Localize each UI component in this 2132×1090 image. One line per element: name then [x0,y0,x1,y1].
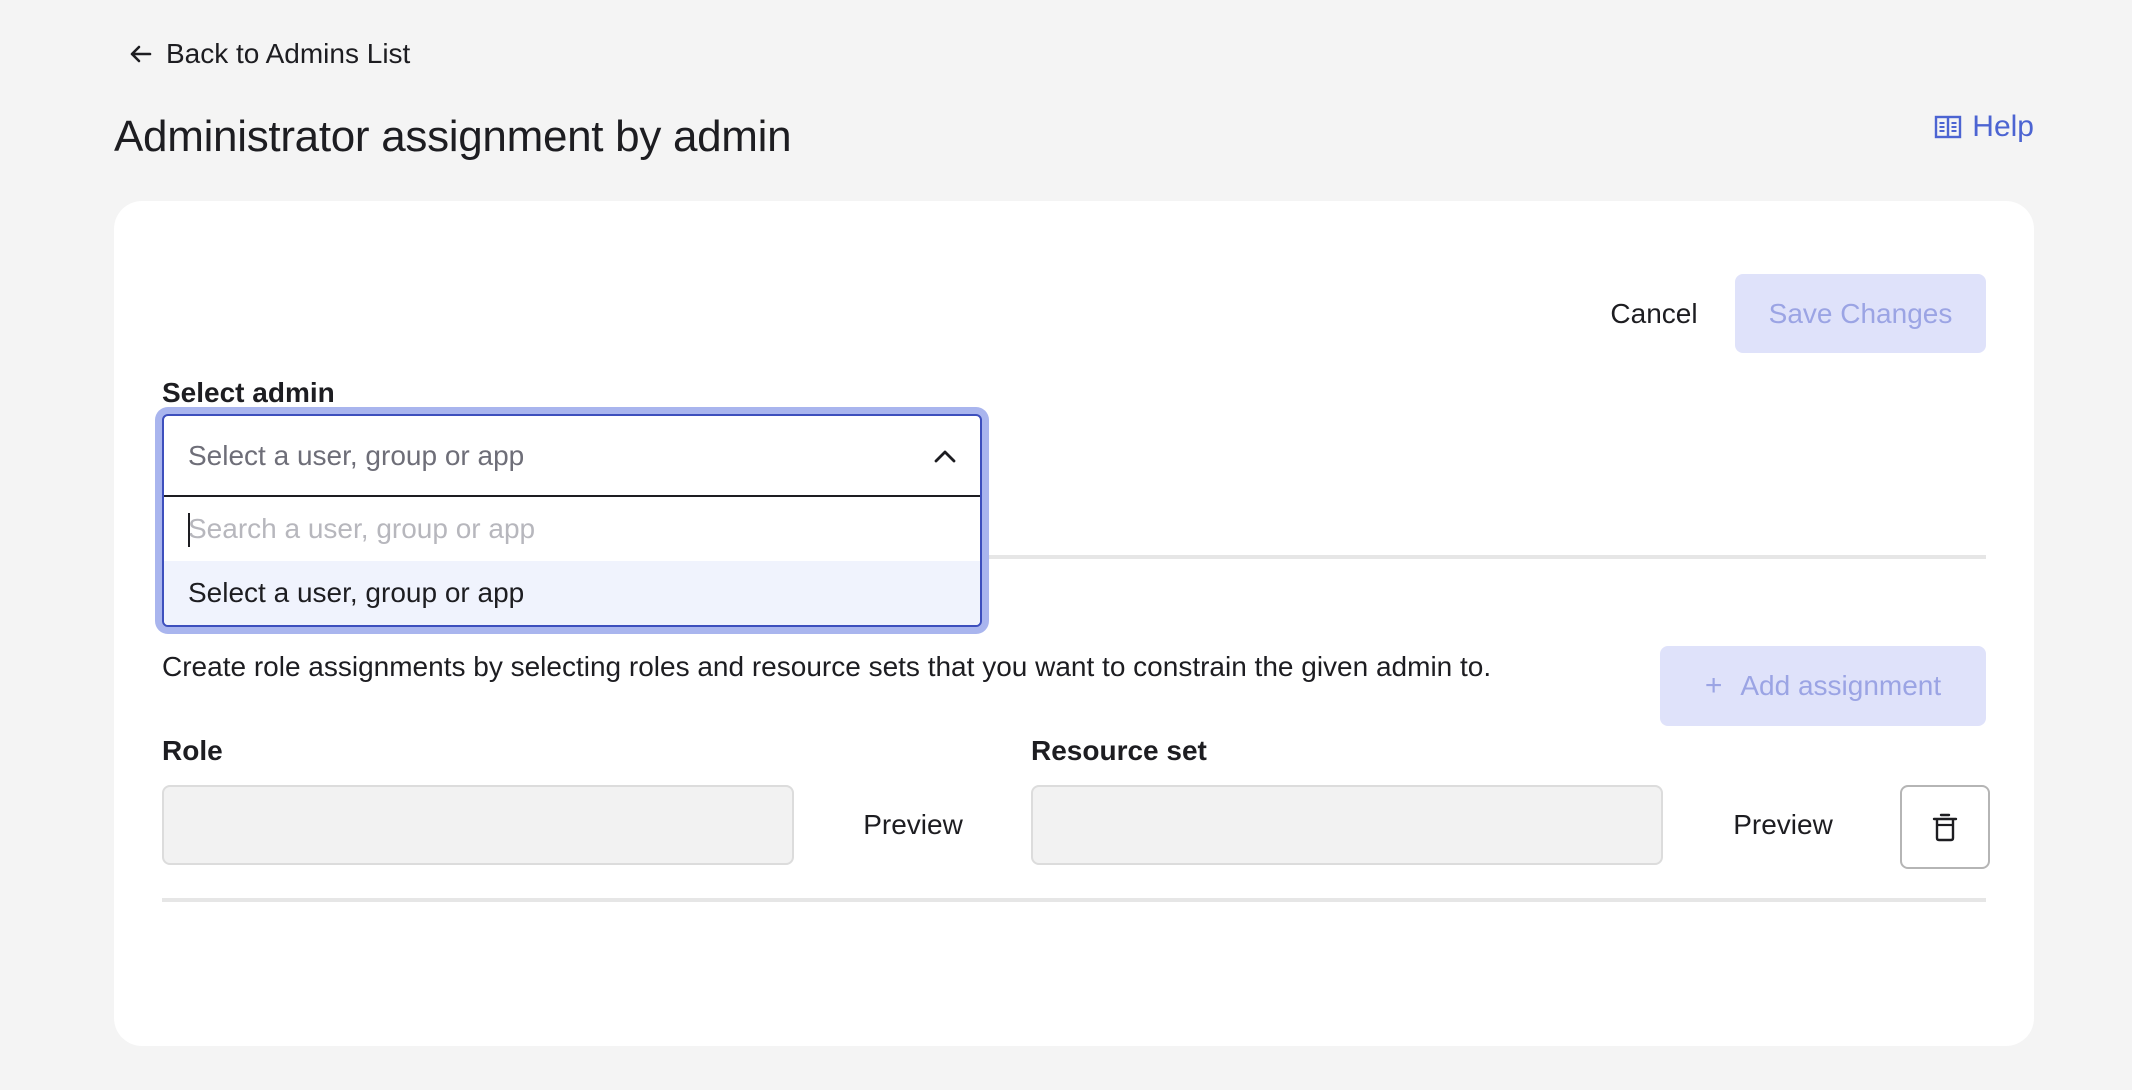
back-to-admins-link[interactable]: Back to Admins List [130,38,410,70]
resource-set-select[interactable] [1031,785,1663,865]
plus-icon: + [1704,669,1723,702]
select-admin-label: Select admin [162,377,335,408]
trash-icon [1932,813,1958,842]
admin-select-control[interactable]: Select a user, group or app [164,416,980,497]
row-divider [162,898,1986,902]
arrow-left-icon [130,45,152,63]
add-assignment-button[interactable]: + Add assignment [1660,646,1986,726]
assignment-card: Cancel Save Changes Select admin Create … [114,201,2034,1046]
page-title: Administrator assignment by admin [114,112,792,161]
delete-assignment-button[interactable] [1900,785,1990,869]
cancel-button[interactable]: Cancel [1564,274,1744,353]
text-caret [188,513,190,547]
role-label: Role [162,735,223,766]
admin-combobox[interactable]: Select a user, group or app Select a use… [162,414,982,627]
admin-search-input[interactable] [188,513,956,545]
help-label: Help [1972,110,2034,143]
book-icon [1935,115,1962,139]
save-changes-button[interactable]: Save Changes [1735,274,1986,353]
role-select[interactable] [162,785,794,865]
add-assignment-label: Add assignment [1740,670,1942,701]
role-preview-button[interactable]: Preview [828,786,998,864]
admin-search-row [164,497,980,561]
admin-select-placeholder: Select a user, group or app [188,439,525,471]
resource-set-label: Resource set [1031,735,1207,766]
help-link[interactable]: Help [1934,110,2034,144]
admin-option[interactable]: Select a user, group or app [164,561,980,625]
assignments-description: Create role assignments by selecting rol… [162,651,1492,682]
back-link-label: Back to Admins List [166,38,411,69]
resource-set-preview-button[interactable]: Preview [1698,786,1868,864]
chevron-up-icon [934,450,956,462]
